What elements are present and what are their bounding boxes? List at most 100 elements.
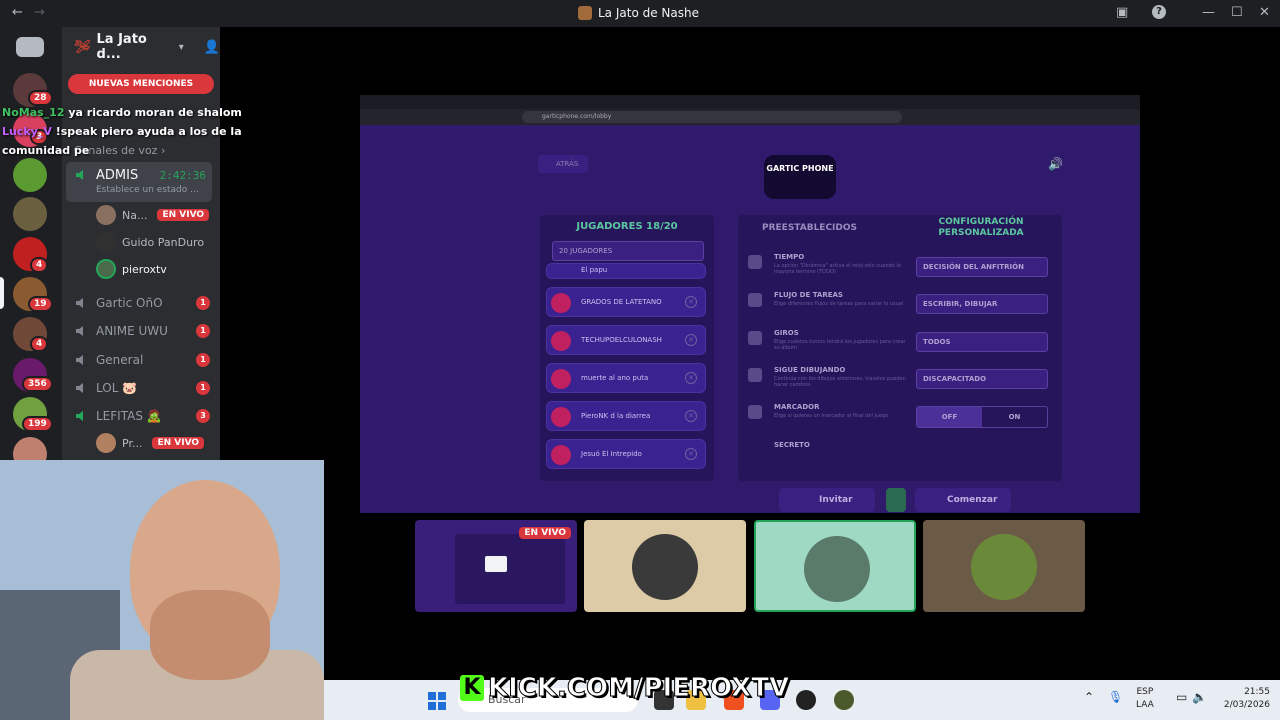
- forward-arrow-icon[interactable]: →: [34, 5, 45, 20]
- option-title: SIGUE DIBUJANDO: [774, 366, 846, 374]
- app-icon[interactable]: [834, 690, 854, 710]
- microphone-icon[interactable]: 🎙: [1108, 691, 1123, 704]
- live-badge: EN VIVO: [157, 209, 210, 221]
- voice-channel[interactable]: LOL 🐷 1: [74, 378, 214, 398]
- channel-name: Gartic OñO: [96, 296, 163, 310]
- chevron-down-icon: ▾: [178, 41, 184, 53]
- clock-time: 21:55: [1244, 687, 1270, 697]
- kick-icon: ✕: [685, 448, 697, 460]
- voice-status[interactable]: Establece un estado ...: [96, 185, 199, 195]
- help-icon[interactable]: ?: [1152, 5, 1166, 19]
- voice-channel-admis[interactable]: ADMIS 2:42:36 Establece un estado ...: [66, 162, 212, 202]
- speaker-icon: [76, 170, 83, 180]
- player-name: GRADOS DE LATETANO: [581, 298, 662, 306]
- player-row: Jesuó El Intrepido ✕: [546, 439, 706, 469]
- voice-user-name: pieroxtv: [122, 262, 167, 276]
- voice-user[interactable]: Pr... EN VIVO: [96, 432, 205, 454]
- browser-url-bar: garticphone.com/lobby: [360, 109, 1140, 125]
- avatar: [96, 232, 116, 252]
- language-code: ESP: [1136, 687, 1154, 697]
- avatar: [632, 534, 698, 600]
- participant-tile[interactable]: EN VIVO: [415, 520, 577, 612]
- live-badge: EN VIVO: [519, 527, 571, 539]
- server-icon[interactable]: [13, 158, 47, 192]
- toggle-off: OFF: [917, 407, 982, 427]
- server-badge: 19: [28, 296, 53, 312]
- voice-user[interactable]: Na... EN VIVO: [96, 204, 210, 226]
- option-title: MARCADOR: [774, 403, 820, 411]
- channel-panel: 🛩 La Jato d... ▾ 👤 NUEVAS MENCIONES Cana…: [62, 27, 220, 460]
- browser-tab-strip: [360, 95, 1140, 109]
- close-button[interactable]: ✕: [1259, 5, 1270, 20]
- server-header[interactable]: 🛩 La Jato d... ▾ 👤: [62, 27, 220, 67]
- kick-overlay: K KICK.COM/PIEROXTV: [460, 673, 790, 704]
- add-user-icon[interactable]: 👤: [204, 40, 220, 55]
- webcam-overlay: [0, 460, 324, 720]
- option-desc: Continúa con los dibujos anteriores, tra…: [774, 376, 906, 388]
- server-badge: 199: [22, 416, 53, 432]
- language-indicator[interactable]: ESP LAA: [1136, 686, 1154, 712]
- draw-icon: [748, 368, 762, 382]
- option-dropdown: DISCAPACITADO: [916, 369, 1048, 389]
- participant-tile[interactable]: [754, 520, 916, 612]
- clock[interactable]: 21:55 2/03/2026: [1216, 686, 1270, 712]
- avatar: [551, 369, 571, 389]
- voice-channel[interactable]: General 1: [74, 350, 214, 370]
- new-mentions-button[interactable]: NUEVAS MENCIONES: [68, 74, 214, 94]
- option-dropdown: DECISIÓN DEL ANFITRIÓN: [916, 257, 1048, 277]
- voice-channel[interactable]: Gartic OñO 1: [74, 293, 214, 313]
- kick-icon: ✕: [685, 296, 697, 308]
- channel-count: 3: [196, 409, 210, 423]
- back-button: ATRÁS: [538, 155, 588, 173]
- voice-channel-name: ADMIS: [96, 168, 139, 183]
- player-name: TECHUPOELCULONASH: [581, 336, 662, 344]
- language-layout: LAA: [1136, 700, 1154, 710]
- voice-user[interactable]: pieroxtv: [96, 258, 167, 280]
- windows-start-icon[interactable]: [428, 692, 446, 710]
- flow-icon: [748, 293, 762, 307]
- channel-name: LOL 🐷: [96, 381, 138, 395]
- discord-logo-icon[interactable]: [16, 37, 44, 57]
- server-name: La Jato d...: [96, 32, 147, 62]
- server-icon[interactable]: [13, 197, 47, 231]
- network-icon[interactable]: ▭: [1176, 691, 1187, 704]
- server-avatar-icon: [578, 6, 592, 20]
- voice-timer: 2:42:36: [159, 169, 206, 182]
- window-title: La Jato de Nashe: [578, 6, 699, 20]
- toggle-on: ON: [1008, 413, 1021, 421]
- custom-header: CONFIGURACIÓN PERSONALIZADA: [938, 217, 1024, 238]
- live-badge: EN VIVO: [152, 437, 205, 449]
- player-row: TECHUPOELCULONASH ✕: [546, 325, 706, 355]
- minimize-button[interactable]: —: [1202, 5, 1215, 20]
- obs-icon[interactable]: [796, 690, 816, 710]
- channel-count: 1: [196, 353, 210, 367]
- player-name: muerte al ano puta: [581, 374, 649, 382]
- qr-button: [886, 488, 906, 512]
- option-desc: La opción "Dinámica" activa el reloj sol…: [774, 263, 901, 275]
- channel-count: 1: [196, 296, 210, 310]
- voice-channel[interactable]: LEFITAS 🧟 3: [74, 406, 214, 426]
- webcam-person-hand: [150, 590, 270, 680]
- screen-icon: [485, 556, 507, 572]
- channel-count: 1: [196, 381, 210, 395]
- players-panel: JUGADORES 18/20 20 JUGADORES El papu GRA…: [540, 215, 714, 481]
- back-arrow-icon[interactable]: ←: [12, 5, 23, 20]
- channel-name: LEFITAS 🧟: [96, 409, 162, 423]
- start-button: Comenzar: [915, 488, 1011, 512]
- participant-tile[interactable]: [923, 520, 1085, 612]
- chevron-up-icon[interactable]: ⌃: [1084, 691, 1094, 704]
- screen-share-icon[interactable]: ▣: [1116, 5, 1128, 20]
- option-title: GIROS: [774, 329, 799, 337]
- window-title-text: La Jato de Nashe: [598, 6, 699, 20]
- voice-user[interactable]: Guido PanDuro: [96, 231, 204, 253]
- url-field: garticphone.com/lobby: [522, 111, 902, 123]
- chat-username: NoMas_12: [2, 106, 65, 119]
- participant-tile[interactable]: [584, 520, 746, 612]
- option-title: SECRETO: [774, 441, 810, 449]
- gartic-lobby: ATRÁS GARTIC PHONE 🔊 JUGADORES 18/20 20 …: [360, 125, 1140, 513]
- voice-channel[interactable]: ANIME UWU 1: [74, 321, 214, 341]
- screen-share-stream[interactable]: garticphone.com/lobby ATRÁS GARTIC PHONE…: [360, 95, 1140, 513]
- maximize-button[interactable]: ☐: [1231, 5, 1243, 20]
- server-badge: 4: [30, 257, 49, 273]
- volume-icon[interactable]: 🔈: [1192, 691, 1207, 704]
